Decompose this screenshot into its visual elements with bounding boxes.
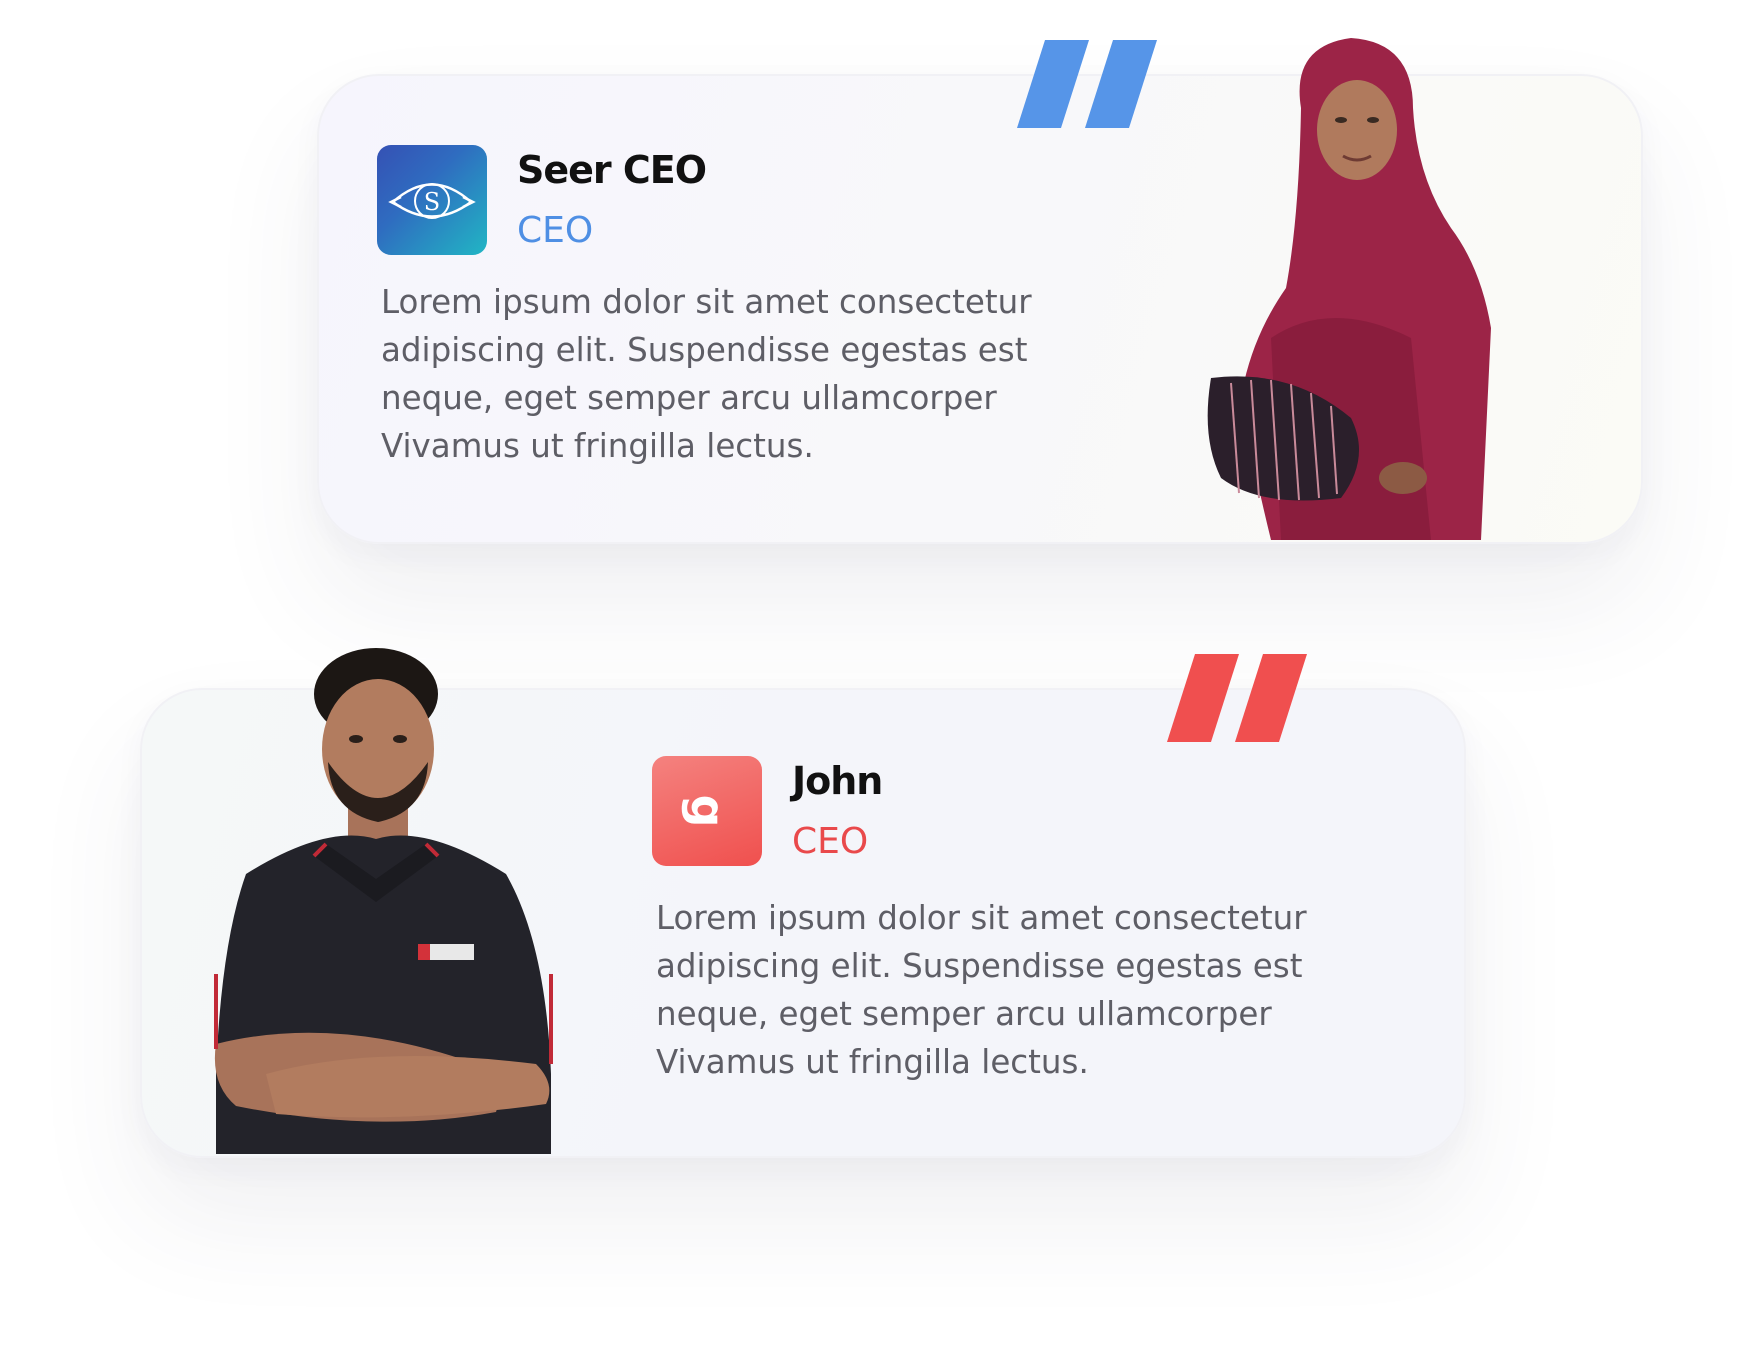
person-photo [214, 648, 553, 1154]
testimonial-quote: Lorem ipsum dolor sit amet consectetur a… [381, 283, 1032, 465]
company-logo: S [377, 145, 487, 255]
g-logo-icon: g [680, 794, 734, 828]
quote-icon [1167, 654, 1307, 742]
testimonial-quote: Lorem ipsum dolor sit amet consectetur a… [656, 899, 1307, 1081]
person-name: Seer CEO [517, 148, 707, 192]
person-role: CEO [792, 821, 869, 862]
person-role: CEO [517, 210, 594, 251]
logo-letter: S [424, 188, 440, 216]
company-logo: g [652, 756, 762, 866]
testimonial-card: S Seer CEO CEO Lorem ipsum dolor sit ame… [317, 38, 1643, 544]
testimonial-card: g John CEO Lorem ipsum dolor sit amet co… [140, 648, 1466, 1158]
person-name: John [792, 759, 883, 803]
eye-logo-icon: S [388, 183, 476, 219]
person-photo [1207, 38, 1491, 540]
quote-icon [1017, 40, 1157, 128]
